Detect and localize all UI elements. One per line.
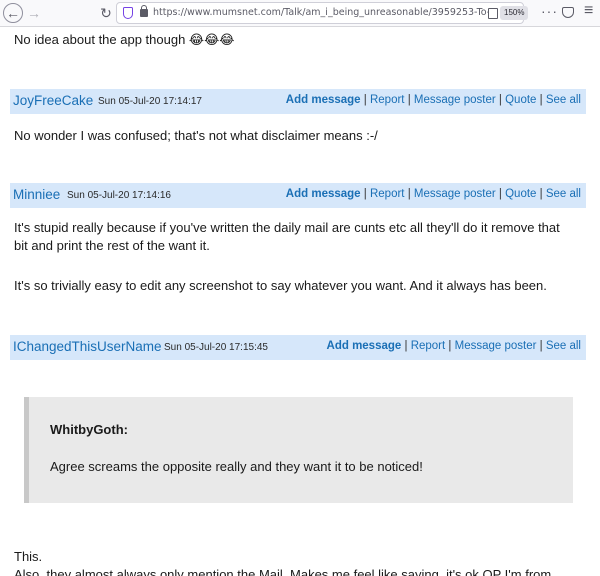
post-body-text: It's so trivially easy to edit any scree… <box>14 278 547 293</box>
see-all-link[interactable]: See all <box>546 188 581 200</box>
reload-icon[interactable]: ↻ <box>96 3 116 23</box>
message-actions: Add message | Report | Message poster | … <box>285 188 581 200</box>
page-actions-icon[interactable]: ··· <box>541 3 558 19</box>
url-text[interactable]: https://www.mumsnet.com/Talk/am_i_being_… <box>153 7 488 18</box>
poster-name-link[interactable]: Minniee <box>13 187 60 202</box>
thread-content: No idea about the app though 😂😂😂 JoyFree… <box>0 27 600 576</box>
pocket-icon[interactable] <box>562 7 574 18</box>
post-body-text: It's stupid really because if you've wri… <box>14 220 560 235</box>
post-body-text: This. <box>14 549 43 564</box>
quote-link[interactable]: Quote <box>505 188 536 200</box>
see-all-link[interactable]: See all <box>546 340 581 352</box>
browser-toolbar: ← → ↻ https://www.mumsnet.com/Talk/am_i_… <box>0 0 600 27</box>
add-message-link[interactable]: Add message <box>286 94 361 106</box>
reader-view-icon[interactable] <box>488 8 498 19</box>
post-date: Sun 05-Jul-20 17:15:45 <box>164 342 268 353</box>
zoom-level-badge[interactable]: 150% <box>500 6 529 20</box>
report-link[interactable]: Report <box>370 188 405 200</box>
add-message-link[interactable]: Add message <box>327 340 402 352</box>
message-actions: Add message | Report | Message poster | … <box>285 94 581 106</box>
post-date: Sun 05-Jul-20 17:14:17 <box>98 96 202 107</box>
address-bar[interactable]: https://www.mumsnet.com/Talk/am_i_being_… <box>116 2 529 24</box>
menu-icon[interactable]: ≡ <box>584 2 593 20</box>
quote-author: WhitbyGoth: <box>50 422 128 437</box>
message-poster-link[interactable]: Message poster <box>414 94 496 106</box>
poster-name-link[interactable]: IChangedThisUserName <box>13 339 162 354</box>
message-header: JoyFreeCake Sun 05-Jul-20 17:14:17 Add m… <box>10 89 586 114</box>
forward-arrow-icon[interactable]: → <box>24 3 44 23</box>
post-body-text: Also, they almost always only mention th… <box>14 567 552 576</box>
message-actions: Add message | Report | Message poster | … <box>326 340 581 352</box>
message-header: Minniee Sun 05-Jul-20 17:14:16 Add messa… <box>10 183 586 208</box>
report-link[interactable]: Report <box>411 340 446 352</box>
quote-block: WhitbyGoth: Agree screams the opposite r… <box>24 397 573 503</box>
message-poster-link[interactable]: Message poster <box>455 340 537 352</box>
post-body-text: No idea about the app though 😂😂😂 <box>14 32 235 47</box>
message-poster-link[interactable]: Message poster <box>414 188 496 200</box>
quote-link[interactable]: Quote <box>505 94 536 106</box>
add-message-link[interactable]: Add message <box>286 188 361 200</box>
report-link[interactable]: Report <box>370 94 405 106</box>
tracking-shield-icon[interactable] <box>123 7 133 19</box>
back-arrow-icon[interactable]: ← <box>3 3 23 23</box>
post-date: Sun 05-Jul-20 17:14:16 <box>67 190 171 201</box>
lock-icon[interactable] <box>140 5 148 17</box>
quote-text: Agree screams the opposite really and th… <box>50 459 423 474</box>
post-body-text: bit and print the rest of the want it. <box>14 238 210 253</box>
poster-name-link[interactable]: JoyFreeCake <box>13 93 93 108</box>
post-body-text: No wonder I was confused; that's not wha… <box>14 128 378 143</box>
message-header: IChangedThisUserName Sun 05-Jul-20 17:15… <box>10 335 586 360</box>
see-all-link[interactable]: See all <box>546 94 581 106</box>
